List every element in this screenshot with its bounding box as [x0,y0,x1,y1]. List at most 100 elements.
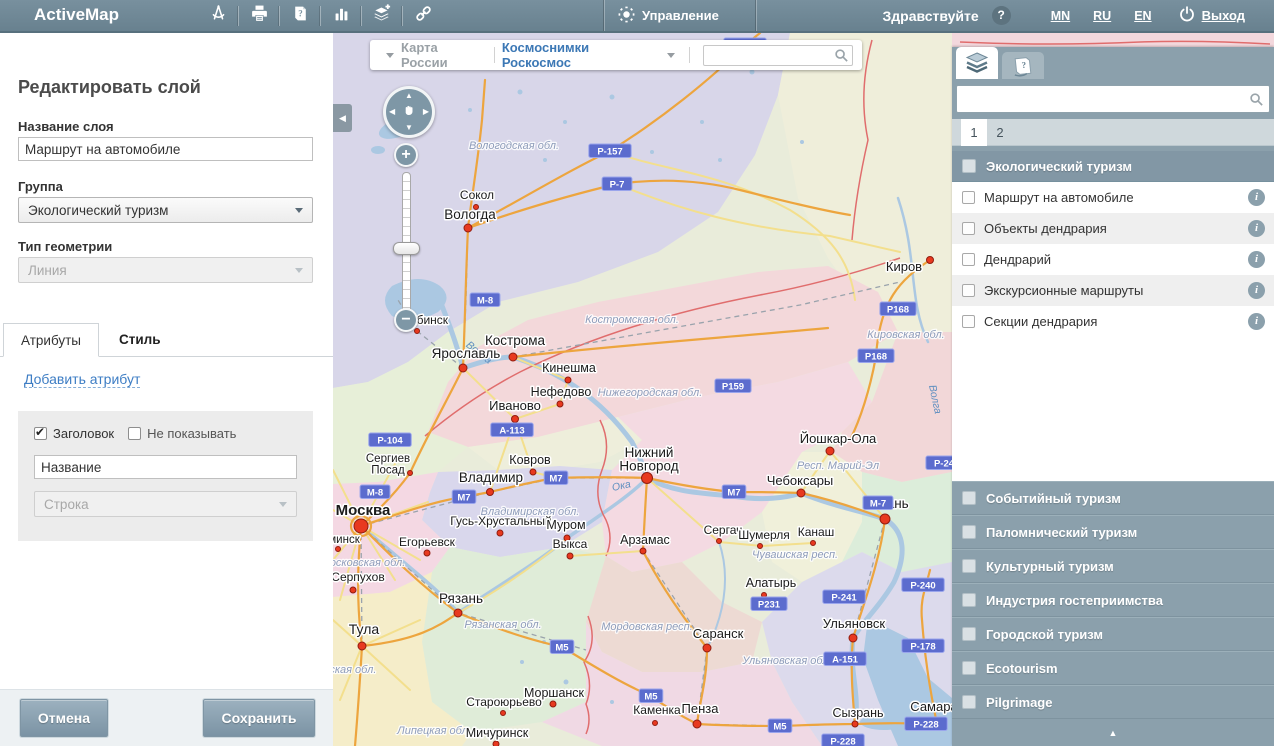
group-checkbox[interactable] [962,491,976,505]
pan-down-arrow[interactable]: ▼ [405,124,413,132]
search-icon[interactable] [1249,92,1264,112]
add-layer-button[interactable] [362,0,402,31]
search-icon[interactable] [834,48,849,68]
city-label: Сергач [704,523,743,537]
group-header[interactable]: Культурный туризм [952,549,1274,583]
road-badge-label: М5 [773,722,787,733]
city-label: Ярославль [432,346,501,361]
pan-left-arrow[interactable]: ◀ [389,108,395,116]
group-header[interactable]: Городской туризм [952,617,1274,651]
layer-checkbox[interactable] [962,191,975,204]
measure-tool-button[interactable] [198,0,238,31]
zoom-in-button[interactable]: + [394,143,418,167]
tab-legend[interactable]: ? [1002,52,1044,79]
activemap-app: ActiveMap ? Управление Здравствуйте ? MN… [0,0,1274,746]
group-select[interactable]: Экологический туризм [18,197,313,223]
city-dot [849,634,857,642]
attribute-name-input[interactable] [34,455,297,479]
zoom-slider-handle[interactable] [393,242,420,255]
region-label: Ульяновская обл. [741,655,831,667]
print-button[interactable] [239,0,279,31]
group-header[interactable]: Pilgrimage [952,685,1274,719]
layer-name: Маршрут на автомобиле [984,190,1234,205]
chevron-down-icon[interactable] [386,53,394,58]
base-map-label[interactable]: Карта России [401,40,487,70]
lang-en[interactable]: EN [1134,9,1151,23]
help-button[interactable]: ? [992,6,1011,25]
logout-button[interactable]: Выход [1178,5,1245,26]
tab-style[interactable]: Стиль [102,323,178,357]
app-header: ActiveMap ? Управление Здравствуйте ? MN… [0,0,1274,33]
info-icon[interactable]: i [1248,220,1265,237]
zoom-out-button[interactable]: − [394,308,418,332]
city-dot [703,644,711,652]
city-dot [826,447,834,455]
layer-name-input[interactable] [18,137,313,161]
chevron-down-icon[interactable] [667,53,675,58]
print-icon [250,4,269,28]
info-icon[interactable]: i [1248,313,1265,330]
lang-mn[interactable]: MN [1051,9,1070,23]
group-checkbox[interactable] [962,661,976,675]
city-dot [487,489,494,496]
add-attribute-link[interactable]: Добавить атрибут [24,371,140,388]
group-name: Экологический туризм [986,159,1132,174]
layer-row[interactable]: Экскурсионные маршрутыi [952,275,1274,306]
group-header[interactable]: Паломнический туризм [952,515,1274,549]
layer-row[interactable]: Маршрут на автомобиле i [952,182,1274,213]
layer-checkbox[interactable] [962,222,975,235]
group-header-expanded[interactable]: Экологический туризм [952,151,1274,182]
layer-row[interactable]: Секции дендрария i [952,306,1274,337]
group-header[interactable]: Ecotourism [952,651,1274,685]
layer-checkbox[interactable] [962,284,975,297]
info-icon[interactable]: i [1248,251,1265,268]
info-icon[interactable]: i [1248,282,1265,299]
save-button[interactable]: Сохранить [203,699,315,737]
group-name: Паломнический туризм [986,525,1137,540]
group-checkbox[interactable] [962,525,976,539]
layer-row[interactable]: Дендрарийi [952,244,1274,275]
management-button[interactable]: Управление [618,0,719,31]
link-button[interactable] [403,0,443,31]
city-dot [653,721,658,726]
city-dot [880,514,890,524]
group-header[interactable]: Индустрия гостеприимства [952,583,1274,617]
layers-panel-tabs: ? [952,47,1274,79]
layer-row[interactable]: Объекты дендрарияi [952,213,1274,244]
group-checkbox[interactable] [962,593,976,607]
pan-control[interactable]: ▲ ▶ ▼ ◀ [383,86,435,138]
layer-name: Секции дендрария [984,314,1234,329]
layers-search-input[interactable] [957,86,1269,112]
hide-checkbox[interactable] [128,427,141,440]
group-checkbox[interactable] [962,695,976,709]
layer-checkbox[interactable] [962,315,975,328]
statistics-button[interactable] [321,0,361,31]
collapse-left-panel-button[interactable]: ◀ [333,104,352,132]
active-map-label[interactable]: Космоснимки Роскосмос [502,40,660,70]
info-icon[interactable]: i [1248,189,1265,206]
group-checkbox[interactable] [962,559,976,573]
page-2[interactable]: 2 [987,119,1013,146]
pan-up-arrow[interactable]: ▲ [405,92,413,100]
pan-right-arrow[interactable]: ▶ [423,108,429,116]
panel-scroll-footer[interactable]: ▲ [952,719,1274,746]
city-label: Сокол [460,188,494,202]
city-dot [852,721,858,727]
lang-ru[interactable]: RU [1093,9,1111,23]
map-search-input[interactable] [703,45,853,66]
zoom-slider[interactable] [402,172,411,319]
group-header[interactable]: Событийный туризм [952,481,1274,515]
header-toolbar: ? [198,0,443,31]
cancel-button[interactable]: Отмена [20,699,108,737]
guide-button[interactable]: ? [280,0,320,31]
title-checkbox[interactable] [34,427,47,440]
tab-layers[interactable] [956,47,998,79]
tab-attributes[interactable]: Атрибуты [3,323,99,357]
group-select-value: Экологический туризм [28,203,168,218]
layer-name-label: Название слоя [18,119,114,134]
group-checkbox[interactable] [962,159,976,173]
layer-checkbox[interactable] [962,253,975,266]
layer-groups: Событийный туризм Паломнический туризм Кул… [952,481,1274,719]
page-1[interactable]: 1 [961,119,987,146]
group-checkbox[interactable] [962,627,976,641]
